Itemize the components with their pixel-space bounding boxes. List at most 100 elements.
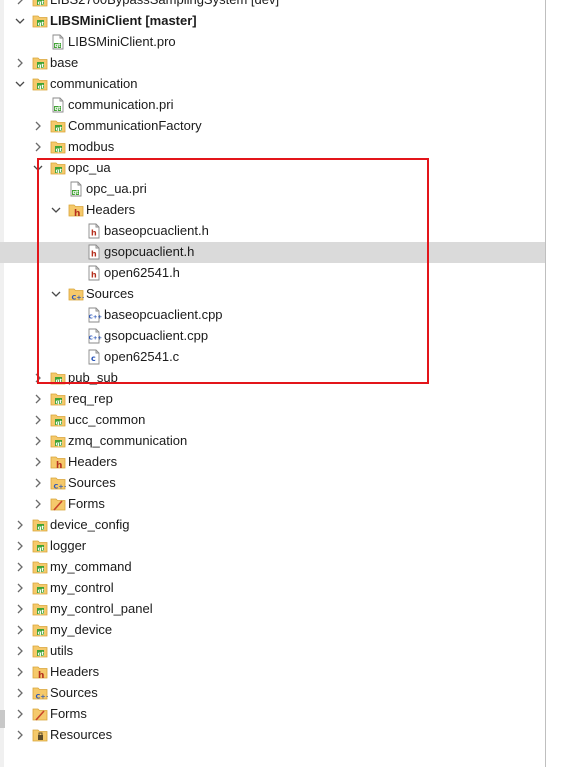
tree-row[interactable]: h Headers — [0, 662, 545, 683]
svg-text:qt: qt — [56, 420, 63, 426]
chevron-right-icon[interactable] — [32, 393, 44, 405]
qt-folder-icon: qt — [50, 118, 66, 134]
tree-item-label: Forms — [68, 496, 105, 511]
tree-item-label: Sources — [68, 475, 116, 490]
chevron-right-icon[interactable] — [32, 120, 44, 132]
chevron-right-icon[interactable] — [14, 708, 26, 720]
tree-row[interactable]: C++Sources — [0, 473, 545, 494]
tree-item-label: communication — [50, 76, 138, 91]
tree-row[interactable]: qt utils — [0, 641, 545, 662]
tree-row[interactable]: C++Sources — [0, 683, 545, 704]
chevron-right-icon[interactable] — [32, 414, 44, 426]
tree-item-label: my_control_panel — [50, 601, 153, 616]
svg-text:qt: qt — [56, 126, 63, 132]
tree-item-label: modbus — [68, 139, 115, 154]
svg-text:qt: qt — [38, 546, 45, 552]
qt-folder-icon: qt — [32, 580, 48, 596]
qt-folder-icon: qt — [50, 412, 66, 428]
qt-folder-icon: qt — [32, 601, 48, 617]
chevron-right-icon[interactable] — [32, 435, 44, 447]
svg-text:qt: qt — [38, 609, 45, 615]
tree-row[interactable]: qt communication.pri — [0, 95, 545, 116]
chevron-right-icon[interactable] — [14, 729, 26, 741]
project-folder-icon: qt — [32, 0, 48, 8]
left-scroll-indicator[interactable] — [0, 710, 5, 728]
tree-row[interactable]: Forms — [0, 704, 545, 725]
tree-row[interactable]: qt logger — [0, 536, 545, 557]
tree-row[interactable]: qt my_control_panel — [0, 599, 545, 620]
tree-row[interactable]: qt LIBSMiniClient [master] — [0, 11, 545, 32]
tree-row[interactable]: Forms — [0, 494, 545, 515]
headers-folder-icon: h — [50, 454, 66, 470]
forms-folder-icon — [50, 496, 66, 512]
pro-file-icon: qt — [50, 34, 66, 50]
tree-item-label: LIBS2700BypassSamplingSystem [dev] — [50, 0, 279, 8]
tree-item-label: Sources — [50, 685, 98, 700]
tree-row[interactable]: qt my_control — [0, 578, 545, 599]
svg-text:qt: qt — [38, 525, 45, 531]
chevron-right-icon[interactable] — [14, 519, 26, 531]
chevron-right-icon[interactable] — [14, 0, 26, 6]
tree-item-label: Headers — [50, 664, 100, 679]
chevron-right-icon[interactable] — [32, 141, 44, 153]
tree-row[interactable]: qt base — [0, 53, 545, 74]
chevron-right-icon[interactable] — [14, 666, 26, 678]
tree-item-label: ucc_common — [68, 412, 146, 427]
headers-folder-icon: h — [32, 664, 48, 680]
qt-folder-icon: qt — [32, 76, 48, 92]
resources-folder-icon — [32, 727, 48, 743]
tree-row[interactable]: h Headers — [0, 452, 545, 473]
svg-text:qt: qt — [38, 0, 45, 6]
tree-row[interactable]: qt modbus — [0, 137, 545, 158]
svg-text:h: h — [38, 671, 44, 680]
svg-text:qt: qt — [55, 43, 62, 49]
chevron-down-icon[interactable] — [14, 78, 26, 90]
tree-row[interactable]: qt LIBSMiniClient.pro — [0, 32, 545, 53]
tree-item-label: CommunicationFactory — [68, 118, 202, 133]
tree-item-label: device_config — [50, 517, 130, 532]
svg-text:qt: qt — [56, 441, 63, 447]
tree-item-label: communication.pri — [68, 97, 174, 112]
tree-item-label: my_command — [50, 559, 132, 574]
svg-text:qt: qt — [56, 147, 63, 153]
tree-row[interactable]: qt req_rep — [0, 389, 545, 410]
tree-item-label: utils — [50, 643, 74, 658]
tree-row[interactable]: qt communication — [0, 74, 545, 95]
tree-row[interactable]: qt my_command — [0, 557, 545, 578]
svg-text:qt: qt — [38, 84, 45, 90]
chevron-right-icon[interactable] — [14, 540, 26, 552]
qt-folder-icon: qt — [50, 433, 66, 449]
chevron-right-icon[interactable] — [32, 477, 44, 489]
forms-folder-icon — [32, 706, 48, 722]
svg-text:qt: qt — [38, 21, 45, 27]
tree-row[interactable]: qt LIBS2700BypassSamplingSystem [dev] — [0, 0, 545, 11]
qt-folder-icon: qt — [32, 622, 48, 638]
svg-text:qt: qt — [38, 630, 45, 636]
chevron-right-icon[interactable] — [14, 687, 26, 699]
chevron-down-icon[interactable] — [14, 15, 26, 27]
svg-text:qt: qt — [38, 567, 45, 573]
tree-row[interactable]: Resources — [0, 725, 545, 746]
tree-item-label: LIBSMiniClient [master] — [50, 13, 197, 28]
tree-row[interactable]: qt ucc_common — [0, 410, 545, 431]
chevron-right-icon[interactable] — [32, 498, 44, 510]
tree-row[interactable]: qt my_device — [0, 620, 545, 641]
tree-row[interactable]: qt CommunicationFactory — [0, 116, 545, 137]
chevron-right-icon[interactable] — [14, 582, 26, 594]
chevron-right-icon[interactable] — [14, 561, 26, 573]
tree-item-label: Headers — [68, 454, 118, 469]
chevron-right-icon[interactable] — [14, 57, 26, 69]
chevron-right-icon[interactable] — [32, 456, 44, 468]
qt-folder-icon: qt — [32, 559, 48, 575]
tree-row[interactable]: qt device_config — [0, 515, 545, 536]
qt-folder-icon: qt — [50, 139, 66, 155]
svg-text:C++: C++ — [54, 483, 67, 491]
svg-text:qt: qt — [55, 106, 62, 112]
svg-text:C++: C++ — [36, 693, 49, 701]
tree-row[interactable]: qt zmq_communication — [0, 431, 545, 452]
svg-text:qt: qt — [56, 399, 63, 405]
tree-item-label: logger — [50, 538, 87, 553]
chevron-right-icon[interactable] — [14, 603, 26, 615]
chevron-right-icon[interactable] — [14, 645, 26, 657]
chevron-right-icon[interactable] — [14, 624, 26, 636]
